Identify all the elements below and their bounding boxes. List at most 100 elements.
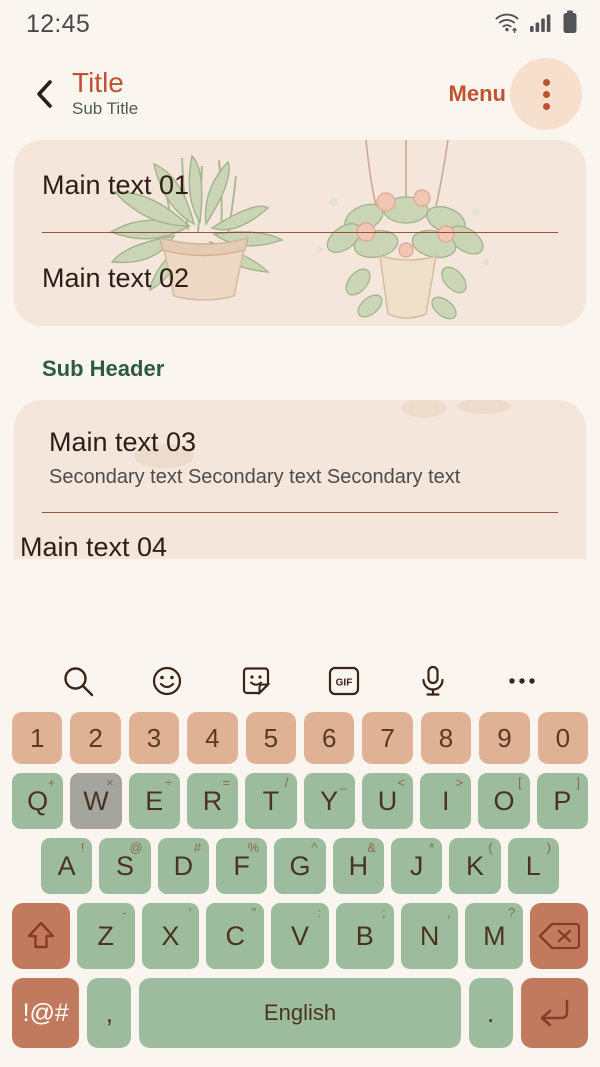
letter-key-l[interactable]: ) L — [507, 838, 559, 894]
space-key[interactable]: English — [139, 978, 461, 1048]
virtual-keyboard: GIF 1234567890 + Q × W ÷ E = R / T _ Y < U > I[O] P ! A @ S… — [0, 650, 600, 1067]
symbols-key[interactable]: !@# — [12, 978, 80, 1048]
letter-key-f[interactable]: % F — [216, 838, 268, 894]
letter-key-a[interactable]: ! A — [41, 838, 93, 894]
page-title: Title — [72, 66, 124, 98]
letter-key-q[interactable]: + Q — [12, 773, 64, 829]
period-key[interactable]: . — [468, 978, 513, 1048]
number-key-1[interactable]: 1 — [11, 712, 63, 764]
key-label: T — [262, 785, 280, 816]
content-area: Main text 01 Main text 02 Sub Header Mai… — [0, 140, 600, 559]
list-item[interactable]: Main text 04 — [14, 513, 586, 559]
number-key-3[interactable]: 3 — [128, 712, 180, 764]
svg-text:GIF: GIF — [336, 678, 353, 689]
key-alt-symbol: # — [193, 840, 201, 855]
key-alt-symbol: < — [397, 775, 406, 790]
letter-key-j[interactable]: * J — [390, 838, 443, 894]
letter-key-m[interactable]: ? M — [465, 903, 524, 969]
letter-key-v[interactable]: :V — [271, 903, 329, 969]
key-label: P — [553, 785, 572, 816]
number-key-2[interactable]: 2 — [70, 712, 121, 764]
letter-key-h[interactable]: & H — [332, 838, 384, 894]
letter-key-g[interactable]: ^ G — [274, 838, 326, 894]
letter-key-t[interactable]: / T — [245, 773, 297, 829]
letter-key-r[interactable]: = R — [186, 773, 239, 829]
letter-key-b[interactable]: ; B — [335, 903, 394, 969]
list-item[interactable]: Main text 03 Secondary text Secondary te… — [14, 400, 586, 512]
number-key-9[interactable]: 9 — [479, 712, 530, 764]
number-key-5[interactable]: 5 — [245, 712, 296, 764]
list-item[interactable]: Main text 02 — [14, 233, 586, 325]
letter-key-k[interactable]: (K — [449, 838, 501, 894]
key-label: C — [225, 920, 245, 951]
more-horizontal-icon[interactable] — [499, 658, 545, 704]
app-bar: Title Sub Title Menu — [0, 48, 600, 140]
key-alt-symbol: ; — [382, 905, 386, 920]
divider — [42, 232, 558, 233]
number-key-7[interactable]: 7 — [362, 712, 413, 764]
key-label: 6 — [321, 722, 337, 753]
letter-key-s[interactable]: @ S — [99, 838, 151, 894]
search-icon[interactable] — [55, 658, 101, 704]
key-label: R — [202, 785, 223, 816]
key-label: Z — [97, 920, 114, 951]
key-label: A — [57, 850, 76, 881]
letter-key-w[interactable]: × W — [70, 773, 122, 829]
letter-key-i[interactable]: > I — [420, 773, 472, 829]
key-label: 4 — [205, 722, 220, 753]
letter-key-d[interactable]: # D — [157, 838, 209, 894]
number-key-6[interactable]: 6 — [304, 712, 355, 764]
key-alt-symbol: = — [222, 775, 231, 790]
comma-key[interactable]: , — [87, 978, 132, 1048]
main-text: Main text 01 — [42, 170, 190, 201]
backspace-key[interactable] — [530, 903, 589, 969]
letter-key-o[interactable]: [O — [478, 773, 530, 829]
letter-key-e[interactable]: ÷ E — [128, 773, 180, 829]
keyboard-row-qwerty: + Q × W ÷ E = R / T _ Y < U > I[O] P — [6, 773, 594, 829]
key-label: I — [441, 785, 450, 816]
letter-key-c[interactable]: " C — [206, 903, 265, 969]
key-alt-symbol: ( — [488, 840, 493, 855]
secondary-text: Secondary text Secondary text Secondary … — [49, 465, 461, 488]
key-label: 0 — [555, 722, 571, 753]
card-secondary: Main text 03 Secondary text Secondary te… — [14, 400, 586, 559]
key-alt-symbol: ? — [508, 905, 516, 920]
number-key-8[interactable]: 8 — [420, 712, 472, 764]
key-alt-symbol: ^ — [311, 840, 318, 855]
chevron-left-icon — [37, 80, 52, 108]
key-alt-symbol: & — [367, 840, 376, 855]
key-label: 9 — [497, 722, 512, 753]
list-item[interactable]: Main text 01 — [14, 140, 586, 232]
key-label: 1 — [29, 722, 45, 753]
keyboard-toolbar: GIF — [6, 650, 594, 712]
gif-icon[interactable]: GIF — [321, 658, 367, 704]
key-alt-symbol: + — [47, 775, 56, 790]
overflow-menu-button[interactable] — [510, 58, 582, 130]
key-label: 5 — [263, 722, 279, 753]
menu-button[interactable]: Menu — [449, 81, 506, 107]
number-key-4[interactable]: 4 — [187, 712, 238, 764]
key-alt-symbol: ! — [80, 840, 85, 855]
main-text: Main text 02 — [42, 263, 190, 294]
key-label: B — [355, 920, 374, 951]
letter-key-y[interactable]: _ Y — [303, 773, 355, 829]
letter-key-n[interactable]: ,N — [400, 903, 459, 969]
more-vertical-icon-dot — [542, 102, 550, 110]
key-label: Q — [27, 785, 49, 816]
letter-key-p[interactable]: ] P — [536, 773, 588, 829]
number-key-0[interactable]: 0 — [537, 712, 589, 764]
key-alt-symbol: × — [106, 775, 114, 790]
shift-key[interactable] — [11, 903, 70, 969]
key-label: L — [525, 850, 541, 881]
emoji-icon[interactable] — [144, 658, 190, 704]
letter-key-u[interactable]: < U — [361, 773, 414, 829]
letter-key-z[interactable]: -Z — [76, 903, 135, 969]
letter-key-x[interactable]: ' X — [141, 903, 200, 969]
enter-key[interactable] — [520, 978, 588, 1048]
key-label: E — [145, 785, 164, 816]
back-button[interactable] — [24, 73, 66, 115]
key-alt-symbol: ) — [546, 840, 551, 855]
sticker-icon[interactable] — [233, 658, 279, 704]
key-alt-symbol: " — [251, 905, 257, 920]
microphone-icon[interactable] — [410, 658, 456, 704]
